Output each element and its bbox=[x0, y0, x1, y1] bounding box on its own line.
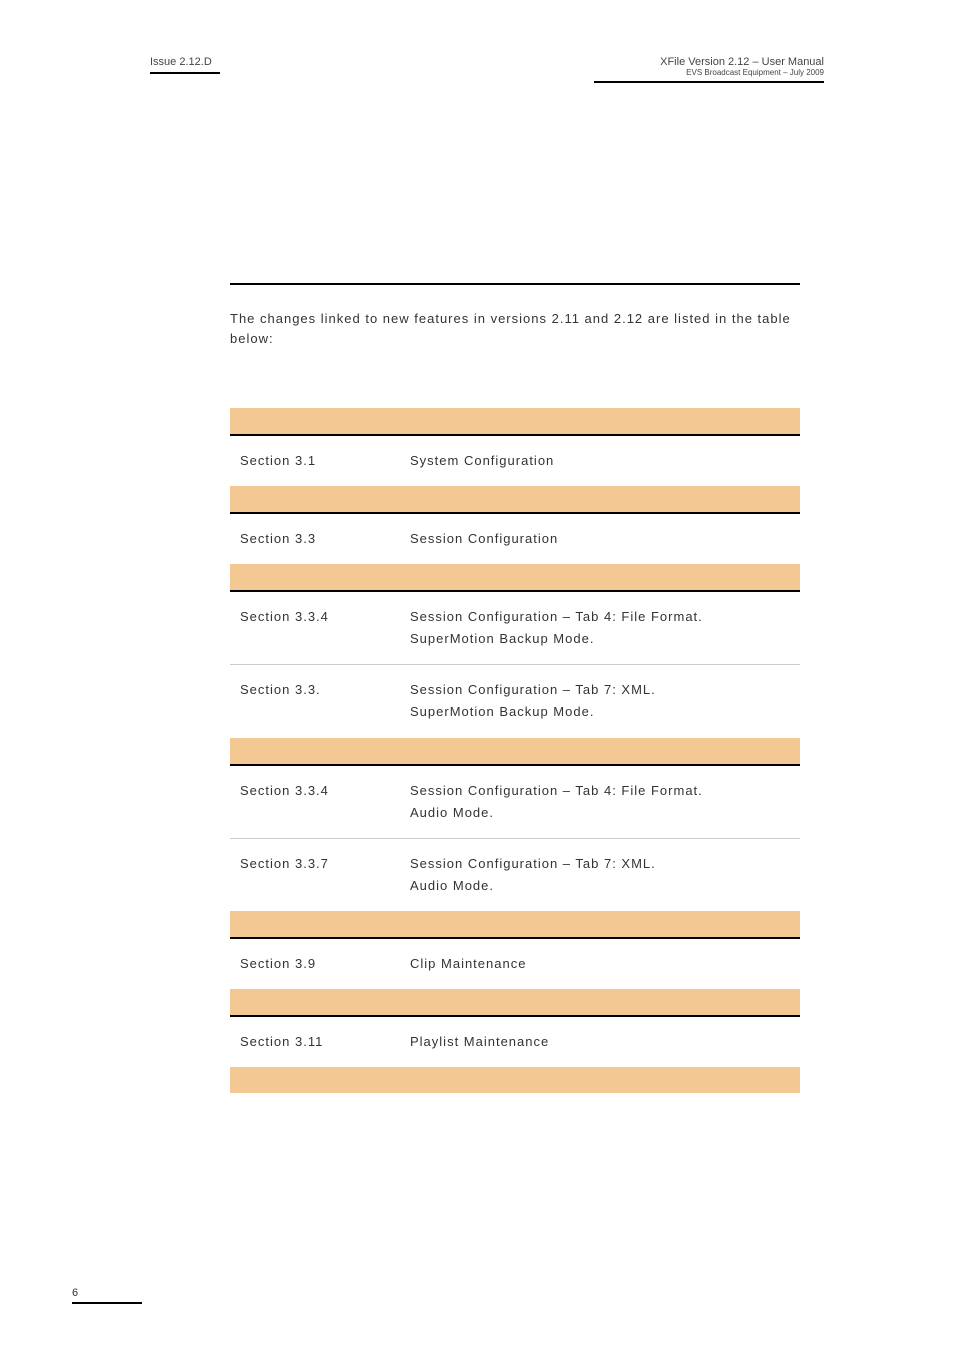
table-row: Section 3.3.7Session Configuration – Tab… bbox=[230, 839, 800, 911]
page-header: Issue 2.12.D XFile Version 2.12 – User M… bbox=[150, 56, 824, 83]
section-cell: Section 3.3.4 bbox=[240, 606, 410, 650]
header-rule-right bbox=[594, 81, 824, 83]
separator-band bbox=[230, 564, 800, 592]
section-cell: Section 3.3.4 bbox=[240, 780, 410, 824]
section-cell: Section 3.3.7 bbox=[240, 853, 410, 897]
table-row: Section 3.1System Configuration bbox=[230, 436, 800, 486]
separator-band bbox=[230, 486, 800, 514]
separator-band bbox=[230, 989, 800, 1017]
section-cell: Section 3.3 bbox=[240, 528, 410, 550]
changes-table: Section 3.1System ConfigurationSection 3… bbox=[230, 408, 800, 1093]
page-footer: 6 bbox=[72, 1287, 142, 1304]
header-rule-left bbox=[150, 72, 220, 74]
description-cell: Playlist Maintenance bbox=[410, 1031, 790, 1053]
section-cell: Section 3.1 bbox=[240, 450, 410, 472]
table-row: Section 3.3.4Session Configuration – Tab… bbox=[230, 592, 800, 665]
section-cell: Section 3.11 bbox=[240, 1031, 410, 1053]
description-cell: Session Configuration – Tab 7: XML.Super… bbox=[410, 679, 790, 723]
description-cell: Clip Maintenance bbox=[410, 953, 790, 975]
section-cell: Section 3.9 bbox=[240, 953, 410, 975]
description-cell: System Configuration bbox=[410, 450, 790, 472]
content-top-rule bbox=[230, 283, 800, 285]
manual-subtitle: EVS Broadcast Equipment – July 2009 bbox=[594, 68, 824, 77]
separator-band bbox=[230, 911, 800, 939]
table-row: Section 3.11Playlist Maintenance bbox=[230, 1017, 800, 1067]
header-right: XFile Version 2.12 – User Manual EVS Bro… bbox=[594, 56, 824, 83]
content: The changes linked to new features in ve… bbox=[230, 283, 824, 1093]
description-cell: Session Configuration – Tab 7: XML.Audio… bbox=[410, 853, 790, 897]
issue-label: Issue 2.12.D bbox=[150, 56, 220, 68]
separator-band bbox=[230, 1067, 800, 1093]
separator-band bbox=[230, 408, 800, 436]
table-row: Section 3.3Session Configuration bbox=[230, 514, 800, 564]
page: Issue 2.12.D XFile Version 2.12 – User M… bbox=[0, 0, 954, 1350]
table-row: Section 3.3.Session Configuration – Tab … bbox=[230, 665, 800, 737]
table-row: Section 3.3.4Session Configuration – Tab… bbox=[230, 766, 800, 839]
table-row: Section 3.9Clip Maintenance bbox=[230, 939, 800, 989]
manual-title: XFile Version 2.12 – User Manual bbox=[594, 56, 824, 68]
header-left: Issue 2.12.D bbox=[150, 56, 220, 74]
description-cell: Session Configuration – Tab 4: File Form… bbox=[410, 606, 790, 650]
separator-band bbox=[230, 738, 800, 766]
intro-text: The changes linked to new features in ve… bbox=[230, 309, 800, 348]
footer-rule bbox=[72, 1302, 142, 1304]
description-cell: Session Configuration bbox=[410, 528, 790, 550]
description-cell: Session Configuration – Tab 4: File Form… bbox=[410, 780, 790, 824]
section-cell: Section 3.3. bbox=[240, 679, 410, 723]
page-number: 6 bbox=[72, 1287, 78, 1299]
